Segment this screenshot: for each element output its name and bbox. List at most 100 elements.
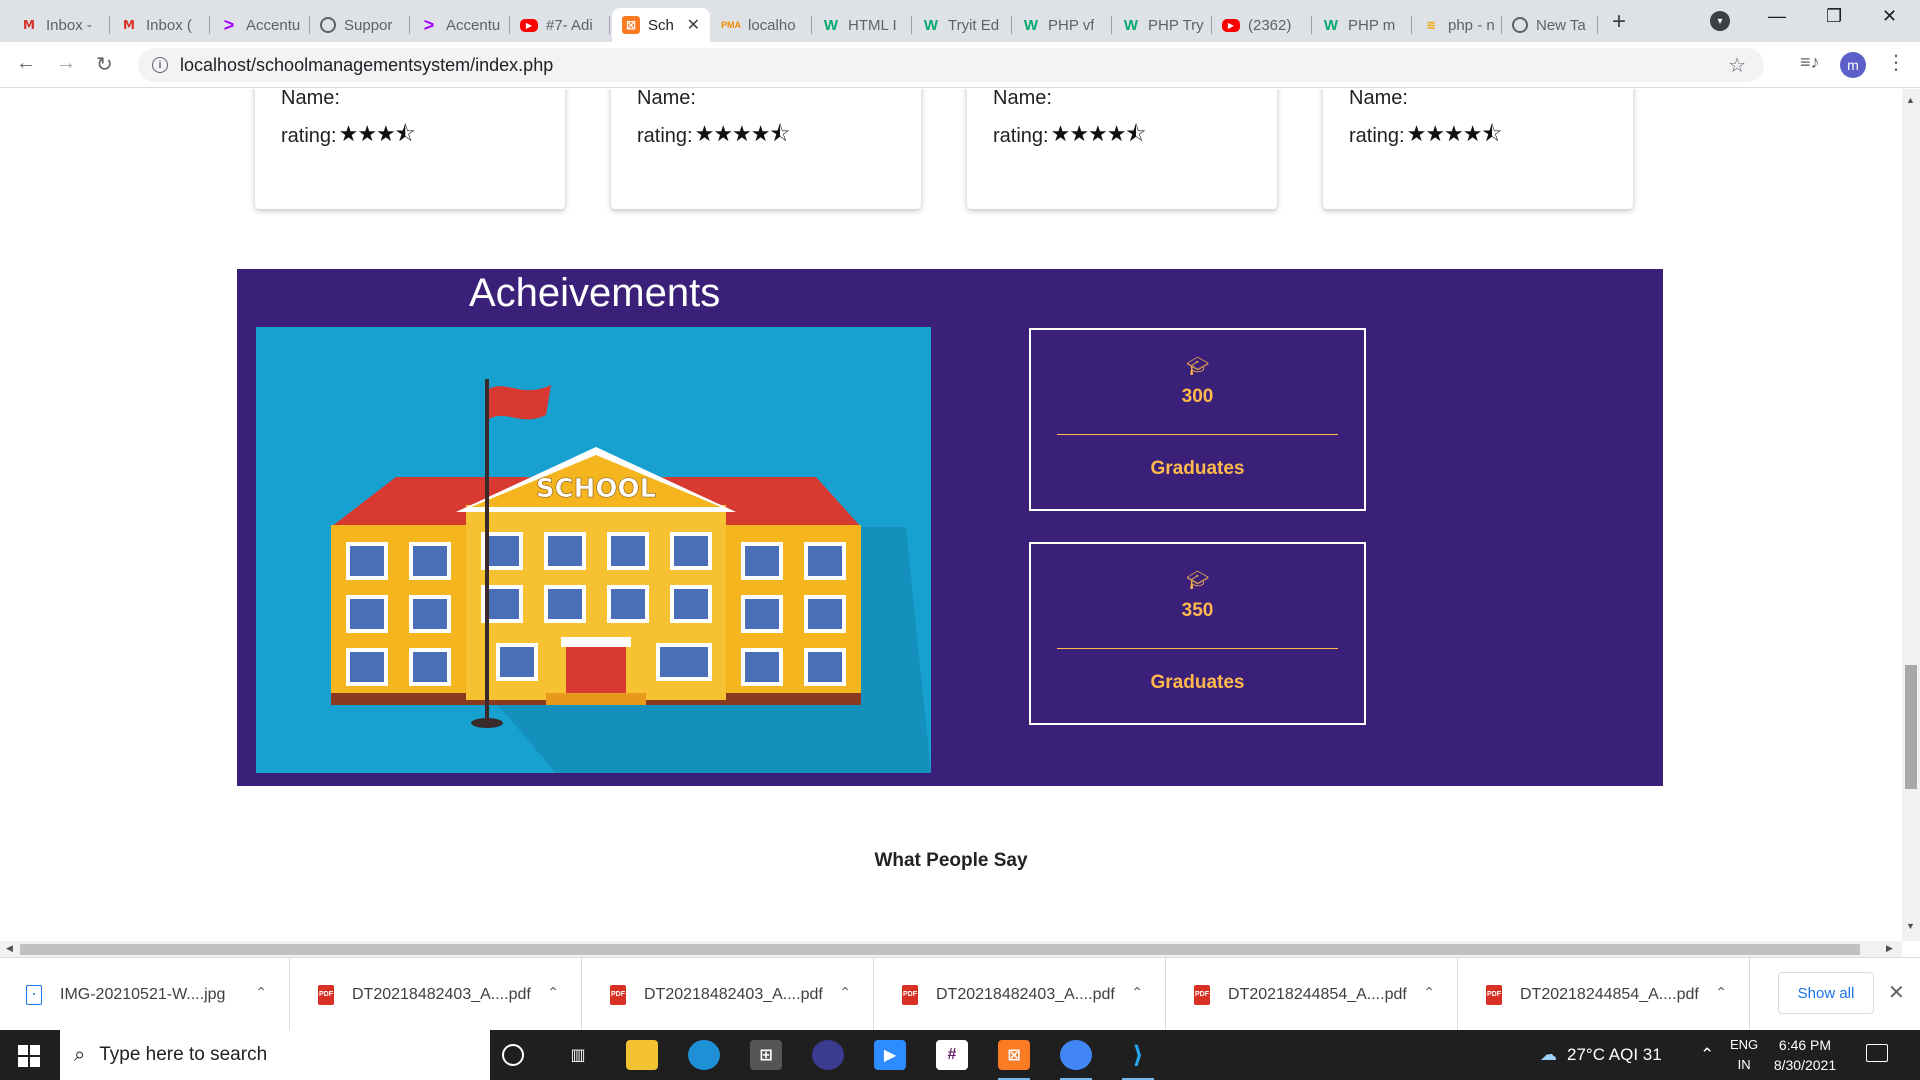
bookmark-star-icon[interactable]: ☆ (1728, 53, 1746, 78)
chevron-up-icon[interactable]: ⌃ (547, 984, 559, 1001)
chevron-up-icon[interactable]: ⌃ (1423, 984, 1435, 1001)
edge-icon[interactable] (688, 1040, 720, 1070)
star-rating-icon: ★★★★⯪ (694, 121, 791, 146)
system-clock[interactable]: 6:46 PM 8/30/2021 (1760, 1035, 1850, 1075)
browser-tab[interactable]: W Tryit Ed (912, 8, 1012, 42)
browser-tab[interactable]: W HTML I (812, 8, 912, 42)
browser-tab[interactable]: W PHP vf (1012, 8, 1112, 42)
close-tab-icon[interactable]: ✕ (687, 15, 700, 35)
card-rating-label: rating: (281, 124, 337, 147)
notification-icon[interactable] (1866, 1044, 1888, 1062)
image-file-icon: ▪ (26, 984, 42, 1005)
achievements-title: Acheivements (469, 271, 721, 315)
tab-search-icon[interactable]: ▾ (1710, 11, 1730, 31)
close-downloads-icon[interactable]: ✕ (1888, 980, 1905, 1005)
media-control-icon[interactable]: ≡♪ (1800, 52, 1820, 73)
vertical-scrollbar[interactable]: ▲ ▼ (1902, 89, 1920, 941)
pdf-file-icon: PDF (610, 984, 626, 1005)
clock-time: 6:46 PM (1778, 1037, 1832, 1053)
browser-tab[interactable]: ⊠ Sch ✕ (612, 8, 710, 42)
chevron-up-icon[interactable]: ⌃ (255, 984, 267, 1001)
tab-title: PHP Try (1148, 16, 1204, 34)
tab-title: HTML I (848, 16, 897, 34)
browser-tab[interactable]: ▶ #7- Adi (510, 8, 610, 42)
scroll-thumb[interactable] (1905, 665, 1917, 789)
download-item[interactable]: PDF DT20218482403_A....pdf ⌃ (292, 958, 582, 1031)
task-view-icon[interactable]: ▥ (562, 1040, 594, 1070)
achievement-stat-card: 🎓︎ 300 Graduates (1029, 328, 1366, 511)
close-window-icon[interactable]: ✕ (1882, 6, 1897, 27)
scroll-right-icon[interactable]: ▶ (1886, 943, 1893, 954)
achievements-section: Acheivements SCHOOL 🎓︎ 300 Graduates 🎓︎ … (237, 269, 1663, 786)
weather-text: 27°C AQI 31 (1567, 1045, 1662, 1064)
cloud-icon: ☁ (1540, 1045, 1557, 1064)
chevron-up-icon[interactable]: ⌃ (839, 984, 851, 1001)
store-icon[interactable]: ⊞ (750, 1040, 782, 1070)
scroll-left-icon[interactable]: ◀ (6, 943, 13, 954)
card-name-label: Name: (281, 89, 340, 109)
card-rating: rating: ★★★★⯪ (1349, 117, 1502, 155)
browser-menu-icon[interactable]: ⋮ (1886, 50, 1906, 75)
tab-title: Suppor (344, 16, 393, 34)
back-icon[interactable]: ← (16, 52, 36, 75)
browser-tab[interactable]: > Accentu (410, 8, 510, 42)
slack-icon[interactable]: # (936, 1040, 968, 1070)
card-name-label: Name: (637, 89, 696, 109)
cortana-icon[interactable] (502, 1044, 524, 1066)
stat-value: 350 (1181, 600, 1214, 621)
site-info-icon[interactable]: i (152, 57, 168, 73)
chrome-icon[interactable] (1060, 1040, 1092, 1080)
tab-title: Accentu (246, 16, 301, 34)
minimize-icon[interactable]: — (1768, 6, 1786, 27)
browser-tab[interactable]: New Ta (1502, 8, 1598, 42)
browser-tab[interactable]: ▶ (2362) (1212, 8, 1312, 42)
language-indicator[interactable]: ENG IN (1730, 1035, 1758, 1075)
scroll-up-icon[interactable]: ▲ (1906, 95, 1915, 105)
windows-start-icon[interactable] (18, 1045, 40, 1067)
card-rating: rating: ★★★⯪ (281, 117, 416, 155)
browser-tab[interactable]: W PHP Try (1112, 8, 1212, 42)
pdf-file-icon: PDF (1486, 984, 1502, 1005)
taskbar-search-box[interactable]: ⌕ Type here to search (60, 1030, 490, 1080)
scroll-down-icon[interactable]: ▼ (1906, 921, 1915, 931)
address-bar[interactable]: i localhost/schoolmanagementsystem/index… (138, 48, 1764, 82)
stat-value: 300 (1181, 386, 1214, 407)
show-all-downloads-button[interactable]: Show all (1778, 972, 1874, 1014)
browser-tab-strip: M Inbox - M Inbox (> Accentu Suppor > Accentu ▶ #… (0, 0, 1920, 42)
accenture-icon: > (423, 14, 435, 35)
browser-tab[interactable]: PMA localho (712, 8, 812, 42)
profile-avatar[interactable]: m (1840, 52, 1866, 78)
reload-icon[interactable]: ↻ (96, 52, 113, 77)
browser-tab[interactable]: ≋ php - n (1412, 8, 1502, 42)
download-item[interactable]: ▪ IMG-20210521-W....jpg ⌃ (0, 958, 290, 1031)
eclipse-icon[interactable] (812, 1040, 844, 1070)
school-building-image: SCHOOL (256, 327, 931, 773)
browser-tab[interactable]: W PHP m (1312, 8, 1412, 42)
download-item[interactable]: PDF DT20218482403_A....pdf ⌃ (584, 958, 874, 1031)
browser-tab[interactable]: M Inbox ( (110, 8, 210, 42)
xampp-icon[interactable]: ⊠ (998, 1040, 1030, 1080)
browser-tab[interactable]: > Accentu (210, 8, 310, 42)
new-tab-icon[interactable]: + (1612, 8, 1626, 36)
chevron-up-icon[interactable]: ⌃ (1715, 984, 1727, 1001)
horizontal-scrollbar[interactable]: ◀ ▶ (0, 941, 1902, 957)
file-explorer-icon[interactable] (626, 1040, 658, 1070)
tray-expand-icon[interactable]: ⌃ (1700, 1030, 1714, 1080)
stat-divider (1057, 648, 1338, 649)
vscode-icon[interactable]: ⟩ (1122, 1040, 1154, 1080)
stat-label: Graduates (1150, 458, 1245, 479)
weather-widget[interactable]: ☁ 27°C AQI 31 (1540, 1030, 1662, 1080)
zoom-icon[interactable]: ▶ (874, 1040, 906, 1070)
forward-icon[interactable]: → (56, 52, 76, 75)
download-item[interactable]: PDF DT20218244854_A....pdf ⌃ (1168, 958, 1458, 1031)
browser-tab[interactable]: Suppor (310, 8, 410, 42)
globe-icon (320, 17, 336, 33)
tab-title: Tryit Ed (948, 16, 1000, 34)
download-item[interactable]: PDF DT20218482403_A....pdf ⌃ (876, 958, 1166, 1031)
card-rating-label: rating: (1349, 124, 1405, 147)
restore-icon[interactable]: ❐ (1826, 6, 1842, 27)
download-item[interactable]: PDF DT20218244854_A....pdf ⌃ (1460, 958, 1750, 1031)
browser-tab[interactable]: M Inbox - (10, 8, 110, 42)
scroll-thumb[interactable] (20, 944, 1860, 955)
chevron-up-icon[interactable]: ⌃ (1131, 984, 1143, 1001)
